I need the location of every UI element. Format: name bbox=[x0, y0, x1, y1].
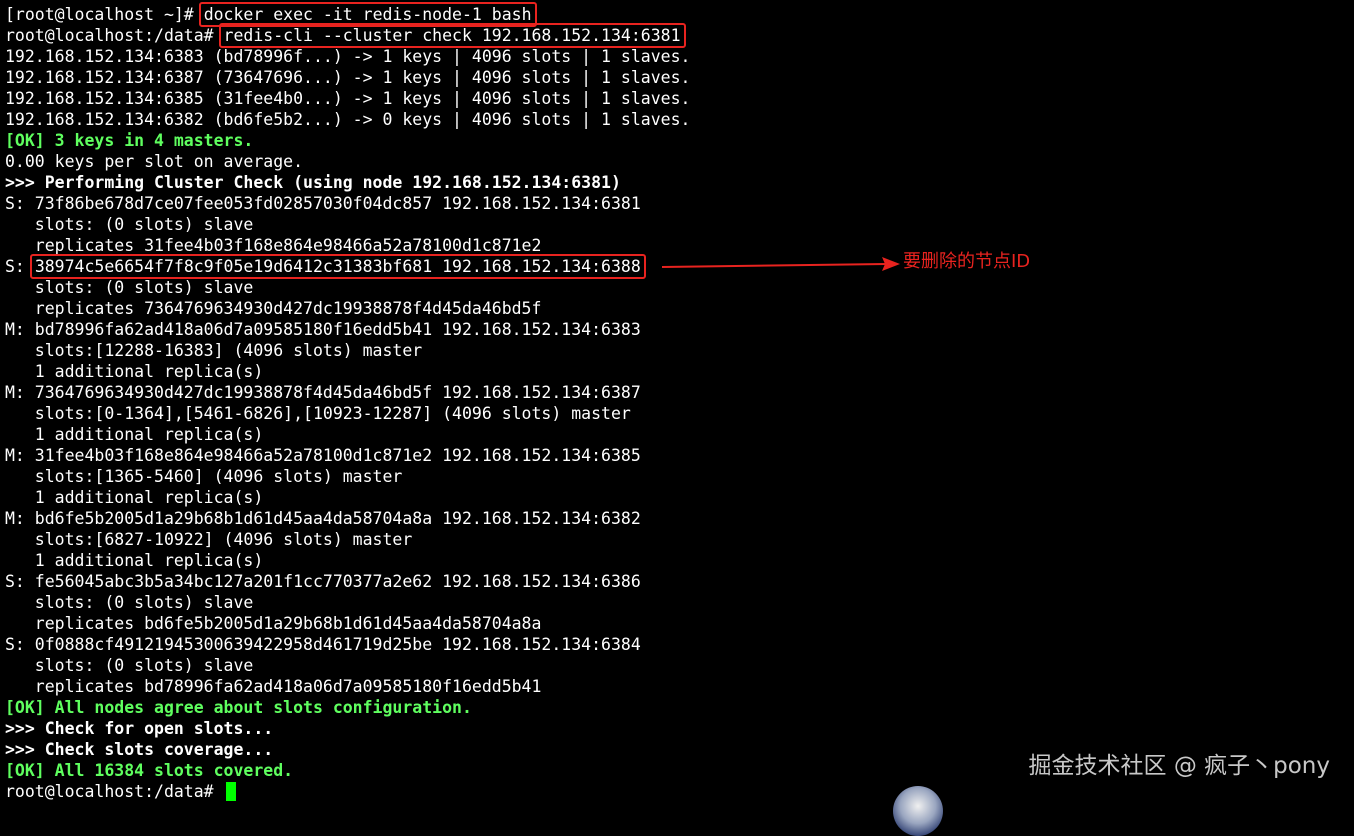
terminal-line: slots:[6827-10922] (4096 slots) master bbox=[5, 530, 413, 549]
terminal-input-line[interactable]: root@localhost:/data# bbox=[5, 781, 1345, 802]
terminal-line: M: bd78996fa62ad418a06d7a09585180f16edd5… bbox=[5, 320, 641, 339]
terminal-line: M: 7364769634930d427dc19938878f4d45da46b… bbox=[5, 383, 641, 402]
section-heading: >>> Check for open slots... bbox=[5, 719, 274, 738]
annotation-arrow-icon bbox=[662, 257, 900, 271]
terminal-line: slots: (0 slots) slave bbox=[5, 593, 254, 612]
terminal-line: S: fe56045abc3b5a34bc127a201f1cc770377a2… bbox=[5, 572, 641, 591]
terminal-line: 0.00 keys per slot on average. bbox=[5, 152, 304, 171]
terminal-line: 1 additional replica(s) bbox=[5, 488, 264, 507]
ok-message: [OK] 3 keys in 4 masters. bbox=[5, 131, 254, 150]
terminal-line: 1 additional replica(s) bbox=[5, 425, 264, 444]
terminal-line: 192.168.152.134:6385 (31fee4b0...) -> 1 … bbox=[5, 89, 691, 108]
terminal-line: S: 73f86be678d7ce07fee053fd02857030f04dc… bbox=[5, 194, 641, 213]
shell-prompt: [root@localhost ~]# bbox=[5, 5, 204, 24]
terminal-line: 192.168.152.134:6387 (73647696...) -> 1 … bbox=[5, 68, 691, 87]
terminal-line: slots: (0 slots) slave bbox=[5, 215, 254, 234]
terminal-line: [root@localhost ~]# docker exec -it redi… bbox=[5, 2, 1345, 27]
terminal-line: S: 0f0888cf49121945300639422958d461719d2… bbox=[5, 635, 641, 654]
terminal-line: slots:[12288-16383] (4096 slots) master bbox=[5, 341, 423, 360]
annotation-label: 要删除的节点ID bbox=[903, 251, 1031, 272]
terminal-line: root@localhost:/data# redis-cli --cluste… bbox=[5, 23, 1345, 48]
terminal-line: replicates bd6fe5b2005d1a29b68b1d61d45aa… bbox=[5, 614, 542, 633]
terminal-output[interactable]: [root@localhost ~]# docker exec -it redi… bbox=[5, 2, 1345, 802]
command-cluster-check: redis-cli --cluster check 192.168.152.13… bbox=[218, 23, 686, 48]
terminal-line: slots:[1365-5460] (4096 slots) master bbox=[5, 467, 403, 486]
terminal-line: 1 additional replica(s) bbox=[5, 362, 264, 381]
terminal-line: slots:[0-1364],[5461-6826],[10923-12287]… bbox=[5, 404, 631, 423]
avatar bbox=[893, 786, 943, 836]
terminal-line: M: bd6fe5b2005d1a29b68b1d61d45aa4da58704… bbox=[5, 509, 641, 528]
section-heading: >>> Performing Cluster Check (using node… bbox=[5, 173, 621, 192]
terminal-line: 192.168.152.134:6382 (bd6fe5b2...) -> 0 … bbox=[5, 110, 691, 129]
highlighted-node-id: 38974c5e6654f7f8c9f05e19d6412c31383bf681… bbox=[29, 254, 646, 279]
command-docker-exec: docker exec -it redis-node-1 bash bbox=[198, 2, 537, 27]
shell-prompt: root@localhost:/data# bbox=[5, 26, 224, 45]
terminal-line: slots: (0 slots) slave bbox=[5, 656, 254, 675]
watermark: 掘金技术社区 @ 疯子丶pony bbox=[1028, 753, 1330, 779]
terminal-line: M: 31fee4b03f168e864e98466a52a78100d1c87… bbox=[5, 446, 641, 465]
terminal-line: 1 additional replica(s) bbox=[5, 551, 264, 570]
terminal-line: 192.168.152.134:6383 (bd78996f...) -> 1 … bbox=[5, 47, 691, 66]
terminal-cursor bbox=[225, 782, 236, 801]
ok-message: [OK] All nodes agree about slots configu… bbox=[5, 698, 472, 717]
terminal-line: slots: (0 slots) slave bbox=[5, 278, 254, 297]
terminal-line: replicates 7364769634930d427dc19938878f4… bbox=[5, 299, 542, 318]
shell-prompt: root@localhost:/data# bbox=[5, 782, 224, 801]
terminal-line: replicates bd78996fa62ad418a06d7a0958518… bbox=[5, 677, 542, 696]
